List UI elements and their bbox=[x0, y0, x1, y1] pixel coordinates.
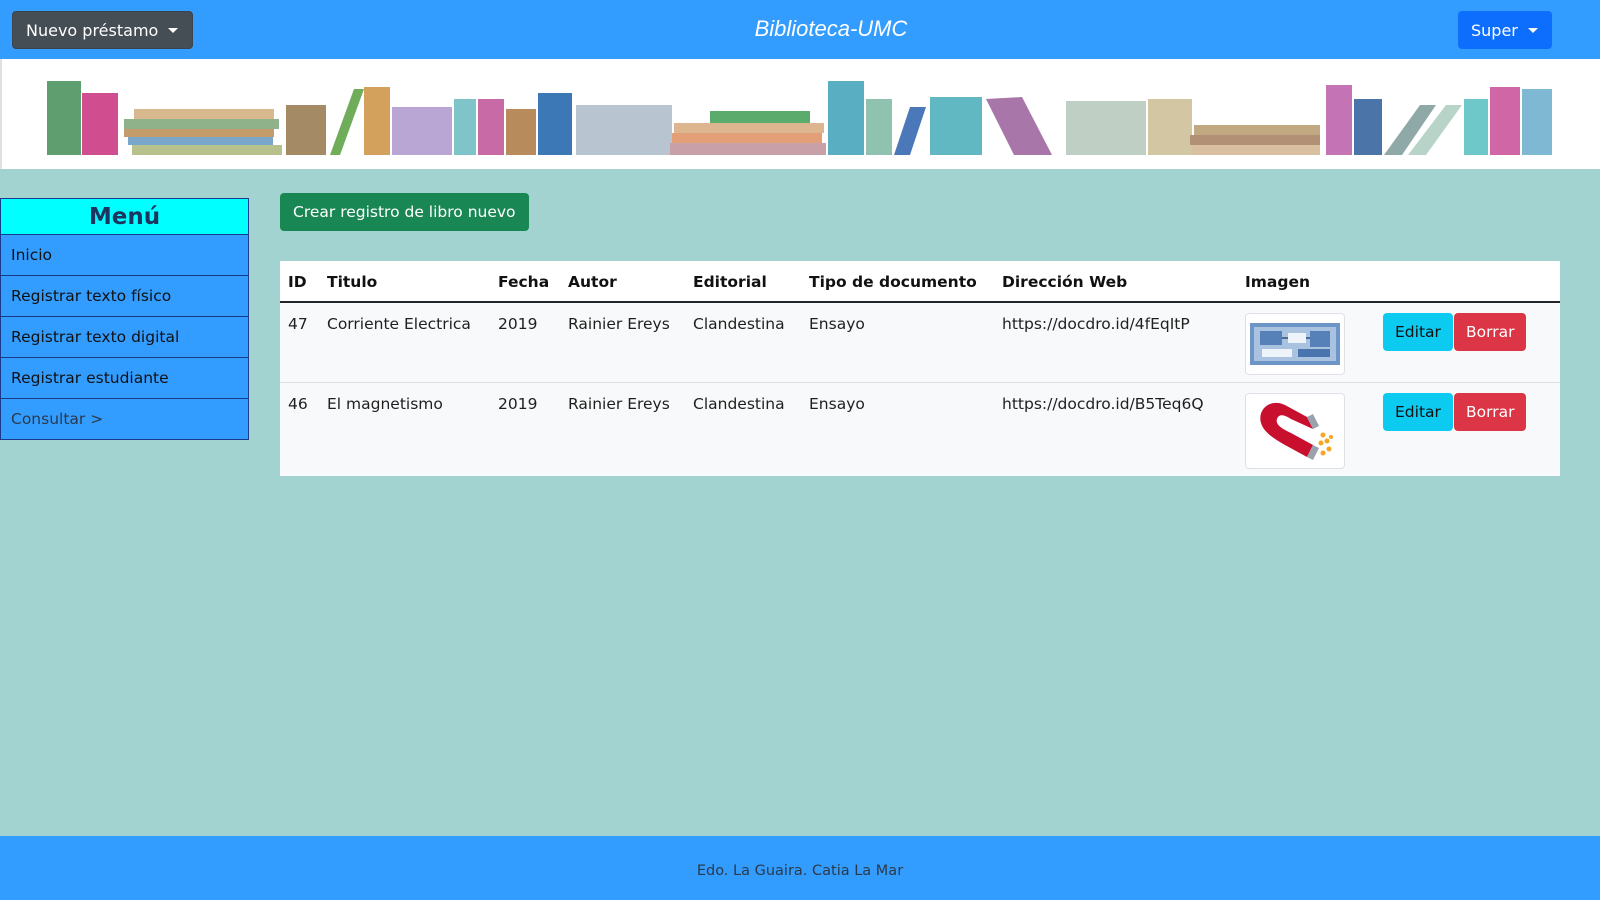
books-banner bbox=[0, 59, 1600, 169]
sidebar-item-inicio[interactable]: Inicio bbox=[0, 235, 249, 276]
cell-id: 47 bbox=[288, 315, 308, 333]
books-table: ID Titulo Fecha Autor Editorial Tipo de … bbox=[280, 261, 1560, 476]
sidebar-item-registrar-texto-fisico[interactable]: Registrar texto físico bbox=[0, 276, 249, 317]
cell-web[interactable]: https://docdro.id/B5Teq6Q bbox=[1002, 395, 1204, 413]
sidebar-item-registrar-texto-digital[interactable]: Registrar texto digital bbox=[0, 317, 249, 358]
user-label: Super bbox=[1471, 20, 1518, 40]
column-header-titulo: Titulo bbox=[327, 273, 378, 291]
circuit-thumbnail-image bbox=[1245, 313, 1345, 375]
table-header: ID Titulo Fecha Autor Editorial Tipo de … bbox=[280, 261, 1560, 303]
edit-button[interactable]: Editar bbox=[1383, 393, 1453, 431]
cell-autor: Rainier Ereys bbox=[568, 395, 670, 413]
delete-button[interactable]: Borrar bbox=[1454, 313, 1527, 351]
column-header-editorial: Editorial bbox=[693, 273, 767, 291]
column-header-web: Dirección Web bbox=[1002, 273, 1128, 291]
edit-button[interactable]: Editar bbox=[1383, 313, 1453, 351]
magnet-icon bbox=[1260, 402, 1333, 460]
table-row: 47 Corriente Electrica 2019 Rainier Erey… bbox=[280, 303, 1560, 383]
brand-title[interactable]: Biblioteca-UMC bbox=[0, 16, 1600, 42]
top-navbar: Nuevo préstamo Biblioteca-UMC Super bbox=[0, 0, 1600, 59]
delete-button[interactable]: Borrar bbox=[1454, 393, 1527, 431]
create-book-button[interactable]: Crear registro de libro nuevo bbox=[280, 193, 529, 231]
cell-tipo: Ensayo bbox=[809, 395, 865, 413]
footer-text: Edo. La Guaira. Catia La Mar bbox=[696, 863, 904, 879]
cell-autor: Rainier Ereys bbox=[568, 315, 670, 333]
magnet-thumbnail-image bbox=[1245, 393, 1345, 469]
column-header-tipo: Tipo de documento bbox=[809, 273, 977, 291]
cell-id: 46 bbox=[288, 395, 308, 413]
table-row: 46 El magnetismo 2019 Rainier Ereys Clan… bbox=[280, 383, 1560, 476]
cell-editorial: Clandestina bbox=[693, 395, 785, 413]
column-header-autor: Autor bbox=[568, 273, 617, 291]
cell-titulo: El magnetismo bbox=[327, 395, 443, 413]
cell-tipo: Ensayo bbox=[809, 315, 865, 333]
column-header-imagen: Imagen bbox=[1245, 273, 1311, 291]
cell-editorial: Clandestina bbox=[693, 315, 785, 333]
footer: Edo. La Guaira. Catia La Mar bbox=[0, 836, 1600, 900]
cell-fecha: 2019 bbox=[498, 395, 538, 413]
caret-down-icon bbox=[1527, 27, 1538, 33]
sidebar-item-registrar-estudiante[interactable]: Registrar estudiante bbox=[0, 358, 249, 399]
circuit-icon bbox=[1250, 323, 1340, 365]
column-header-fecha: Fecha bbox=[498, 273, 550, 291]
column-header-id: ID bbox=[288, 273, 307, 291]
bookshelf-illustration bbox=[47, 81, 1552, 155]
cell-titulo: Corriente Electrica bbox=[327, 315, 471, 333]
menu-title: Menú bbox=[0, 198, 249, 235]
user-dropdown-button[interactable]: Super bbox=[1458, 11, 1552, 49]
cell-fecha: 2019 bbox=[498, 315, 538, 333]
sidebar-menu: Menú Inicio Registrar texto físico Regis… bbox=[0, 198, 249, 440]
cell-web[interactable]: https://docdro.id/4fEqItP bbox=[1002, 315, 1190, 333]
sidebar-item-consultar[interactable]: Consultar > bbox=[0, 399, 249, 440]
